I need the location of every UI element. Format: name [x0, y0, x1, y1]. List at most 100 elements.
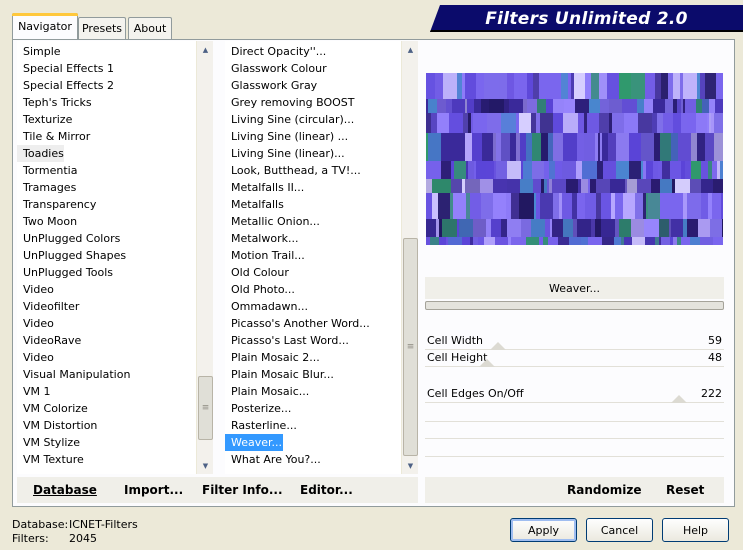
category-item[interactable]: Transparency [17, 196, 96, 213]
apply-button[interactable]: Apply [510, 518, 577, 542]
preview-stripe [644, 99, 653, 113]
filter-item[interactable]: Ommadawn... [225, 298, 308, 315]
scroll-up-icon[interactable]: ▲ [402, 41, 419, 58]
import-button[interactable]: Import... [124, 477, 183, 503]
param-cell-width[interactable]: Cell Width 59 [425, 332, 724, 350]
filter-item[interactable]: Metalwork... [225, 230, 298, 247]
param-cell-height[interactable]: Cell Height 48 [425, 349, 724, 367]
tab-presets[interactable]: Presets [78, 17, 126, 39]
preview-stripe [614, 237, 621, 245]
category-item[interactable]: VM Stylize [17, 434, 80, 451]
filter-scrollbar[interactable]: ▲ ≡ ▼ [401, 41, 418, 474]
category-item[interactable]: Tile & Mirror [17, 128, 90, 145]
preview-stripe [662, 161, 670, 179]
category-item[interactable]: Video [17, 349, 54, 366]
filter-item[interactable]: Metalfalls [225, 196, 284, 213]
filter-item[interactable]: Plain Mosaic Blur... [225, 366, 334, 383]
category-item[interactable]: Tramages [17, 179, 76, 196]
category-item[interactable]: Toadies [17, 145, 64, 162]
scroll-down-icon[interactable]: ▼ [402, 457, 419, 474]
filter-item[interactable]: Weaver... [225, 434, 283, 451]
filter-item[interactable]: What Are You?... [225, 451, 321, 468]
category-item[interactable]: VM Texture [17, 451, 84, 468]
database-value: ICNET-Filters [69, 518, 138, 531]
category-item[interactable]: Video [17, 281, 54, 298]
scroll-down-icon[interactable]: ▼ [197, 457, 214, 474]
category-item[interactable]: Two Moon [17, 213, 77, 230]
filter-item[interactable]: Old Colour [225, 264, 289, 281]
category-item[interactable]: Teph's Tricks [17, 94, 92, 111]
category-item[interactable]: VideoRave [17, 332, 81, 349]
category-item[interactable]: UnPlugged Tools [17, 264, 113, 281]
filter-item[interactable]: Living Sine (linear)... [225, 145, 345, 162]
tab-about[interactable]: About [128, 17, 172, 39]
preview-band [426, 179, 723, 193]
category-item[interactable]: VM 1 [17, 383, 51, 400]
category-item[interactable]: UnPlugged Colors [17, 230, 120, 247]
cancel-button[interactable]: Cancel [586, 518, 653, 542]
param-cell-edges[interactable]: Cell Edges On/Off 222 [425, 385, 724, 403]
filter-item[interactable]: Look, Butthead, a TV!... [225, 162, 361, 179]
preview-stripe [670, 161, 681, 179]
param-value: 222 [701, 387, 722, 400]
category-item[interactable]: Video [17, 315, 54, 332]
category-item[interactable]: Visual Manipulation [17, 366, 130, 383]
filter-item[interactable]: Rasterline... [225, 417, 297, 434]
editor-button[interactable]: Editor... [300, 477, 353, 503]
category-item[interactable]: VM Colorize [17, 400, 88, 417]
preview-stripe [495, 237, 508, 245]
scroll-up-icon[interactable]: ▲ [197, 41, 214, 58]
preview-stripe [671, 219, 683, 237]
tab-navigator-label: Navigator [18, 20, 72, 33]
scroll-thumb[interactable]: ≡ [403, 238, 418, 456]
filter-item[interactable]: Motion Trail... [225, 247, 305, 264]
filter-item[interactable]: Old Photo... [225, 281, 295, 298]
category-item[interactable]: Special Effects 2 [17, 77, 114, 94]
preview-stripe [700, 237, 713, 245]
filter-item[interactable]: Metallic Onion... [225, 213, 320, 230]
preview-stripe [453, 193, 466, 219]
category-item[interactable]: Simple [17, 43, 61, 60]
preview-stripe [589, 99, 600, 113]
filter-item[interactable]: Grey removing BOOST [225, 94, 354, 111]
scroll-thumb[interactable]: ≡ [198, 376, 213, 440]
filter-item[interactable]: Glasswork Colour [225, 60, 327, 77]
tab-navigator[interactable]: Navigator [12, 13, 78, 39]
preview-stripe [507, 219, 521, 237]
filter-item[interactable]: Plain Mosaic... [225, 383, 309, 400]
preview-stripe [581, 179, 588, 193]
help-button[interactable]: Help [662, 518, 729, 542]
preview-stripe [631, 219, 644, 237]
category-list[interactable]: Simple Special Effects 1 Special Effects 2… [17, 41, 196, 474]
preview-stripe [507, 161, 521, 179]
filter-item[interactable]: Living Sine (linear) ... [225, 128, 348, 145]
database-button[interactable]: Database [33, 477, 97, 503]
filter-item[interactable]: Picasso's Last Word... [225, 332, 349, 349]
preview-stripe [637, 179, 651, 193]
category-item[interactable]: VM Distortion [17, 417, 97, 434]
category-item[interactable]: Videofilter [17, 298, 79, 315]
category-item[interactable]: UnPlugged Shapes [17, 247, 126, 264]
category-item[interactable]: Special Effects 1 [17, 60, 114, 77]
filter-item[interactable]: Posterize... [225, 400, 291, 417]
filter-item[interactable]: Living Sine (circular)... [225, 111, 354, 128]
filter-item[interactable]: Picasso's Another Word... [225, 315, 370, 332]
category-item[interactable]: Tormentia [17, 162, 77, 179]
preview-stripe [632, 237, 645, 245]
preview-stripe [482, 133, 493, 161]
slider-thumb-icon[interactable] [478, 359, 495, 367]
filter-item[interactable]: Glasswork Gray [225, 77, 317, 94]
category-item[interactable]: Texturize [17, 111, 72, 128]
preview-stripe [523, 161, 532, 179]
filter-info-button[interactable]: Filter Info... [202, 477, 283, 503]
filter-list[interactable]: Direct Opacity''... Glasswork Colour Glass… [225, 41, 401, 474]
preview-stripe [577, 193, 585, 219]
filter-item[interactable]: Direct Opacity''... [225, 43, 326, 60]
randomize-button[interactable]: Randomize [567, 477, 641, 503]
category-scrollbar[interactable]: ▲ ≡ ▼ [196, 41, 213, 474]
filter-item[interactable]: Metalfalls II... [225, 179, 304, 196]
preview-stripe [710, 219, 722, 237]
filter-item[interactable]: Plain Mosaic 2... [225, 349, 320, 366]
reset-button[interactable]: Reset [666, 477, 704, 503]
slider-thumb-icon[interactable] [671, 395, 688, 403]
